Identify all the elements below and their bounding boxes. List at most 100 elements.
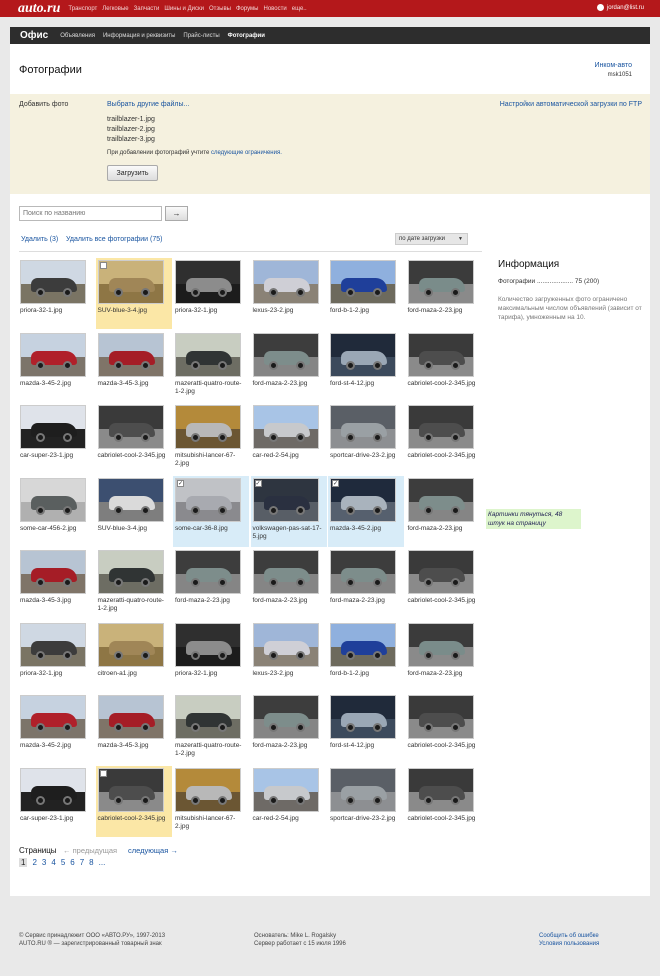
photo-thumbnail[interactable] [175, 695, 241, 739]
select-checkbox[interactable]: ✓ [332, 479, 339, 487]
photo-tile[interactable]: citroen-a1.jpg [96, 621, 172, 692]
photo-thumbnail[interactable] [407, 477, 474, 522]
photo-tile[interactable]: ford-maza-2-23.jpg [406, 258, 482, 329]
photo-tile[interactable]: mazeratti-quatro-route-1-2.jpg [173, 693, 249, 764]
photo-tile[interactable]: car-super-23-1.jpg [18, 766, 94, 837]
search-button[interactable]: → [165, 206, 188, 221]
photo-tile[interactable]: ford-maza-2-23.jpg [328, 548, 404, 619]
photo-tile[interactable]: mitsubishi-lancer-67-2.jpg [173, 766, 249, 837]
photo-tile[interactable]: cabriolet-cool-2-345.jpg [406, 403, 482, 474]
photo-thumbnail[interactable] [20, 332, 86, 377]
photo-thumbnail[interactable] [175, 622, 241, 667]
nav-prices[interactable]: Прайс-листы [183, 33, 219, 39]
photo-tile[interactable]: mazda-3-45-2.jpg [18, 693, 94, 764]
nav-photos[interactable]: Фотографии [228, 33, 265, 39]
photo-thumbnail[interactable] [407, 550, 474, 594]
top-nav-item[interactable]: Отзывы [209, 6, 231, 12]
user-email[interactable]: jordan@list.ru [607, 5, 644, 11]
photo-thumbnail[interactable] [252, 767, 319, 812]
photo-tile[interactable]: ✓ some-car-36-8.jpg [173, 475, 249, 547]
photo-thumbnail[interactable] [252, 622, 319, 667]
page-number[interactable]: 3 [42, 858, 46, 867]
photo-thumbnail[interactable] [97, 550, 164, 594]
photo-tile[interactable]: ford-maza-2-23.jpg [251, 693, 327, 764]
top-nav-item[interactable]: Транспорт [68, 6, 97, 12]
photo-tile[interactable]: mazeratti-quatro-route-1-2.jpg [96, 548, 172, 619]
photo-thumbnail[interactable] [330, 767, 396, 812]
nav-ads[interactable]: Объявления [60, 33, 95, 39]
photo-thumbnail[interactable] [252, 332, 319, 377]
photo-tile[interactable]: car-red-2-54.jpg [251, 766, 327, 837]
photo-tile[interactable]: ford-maza-2-23.jpg [173, 548, 249, 619]
page-number[interactable]: 8 [89, 858, 93, 867]
nav-info[interactable]: Информация и реквизиты [103, 33, 175, 39]
photo-thumbnail[interactable] [20, 695, 86, 739]
photo-thumbnail[interactable] [97, 695, 164, 739]
photo-thumbnail[interactable] [330, 405, 396, 449]
upload-button[interactable]: Загрузить [107, 165, 158, 181]
photo-tile[interactable]: ford-b-1-2.jpg [328, 258, 404, 329]
photo-thumbnail[interactable] [330, 622, 396, 667]
photo-tile[interactable]: car-super-23-1.jpg [18, 403, 94, 474]
photo-thumbnail[interactable] [252, 260, 319, 304]
photo-thumbnail[interactable] [20, 260, 86, 304]
photo-thumbnail[interactable]: ✓ [252, 477, 319, 522]
photo-thumbnail[interactable] [407, 332, 474, 377]
photo-tile[interactable]: sportcar-drive-23-2.jpg [328, 766, 404, 837]
user-menu[interactable]: jordan@list.ru [596, 4, 644, 11]
top-nav-item[interactable]: Легковые [102, 6, 128, 12]
photo-thumbnail[interactable] [20, 622, 86, 667]
photo-tile[interactable]: sportcar-drive-23-2.jpg [328, 403, 404, 474]
photo-tile[interactable]: lexus-23-2.jpg [251, 621, 327, 692]
page-number[interactable]: 4 [51, 858, 55, 867]
site-logo[interactable]: auto.ru [18, 1, 60, 17]
photo-thumbnail[interactable] [252, 695, 319, 739]
photo-thumbnail[interactable] [20, 550, 86, 594]
select-checkbox[interactable] [99, 769, 107, 777]
page-number[interactable]: 7 [80, 858, 84, 867]
photo-tile[interactable]: some-car-456-2.jpg [18, 476, 94, 547]
photo-thumbnail[interactable] [407, 260, 474, 304]
photo-tile[interactable]: cabriolet-cool-2-345.jpg [95, 765, 172, 837]
photo-thumbnail[interactable]: ✓ [330, 477, 396, 522]
photo-tile[interactable]: cabriolet-cool-2-345.jpg [96, 403, 172, 474]
photo-tile[interactable]: priora-32-1.jpg [18, 621, 94, 692]
delete-all-link[interactable]: Удалить все фотографии (75) [66, 236, 162, 243]
select-checkbox[interactable] [99, 262, 107, 269]
photo-thumbnail[interactable] [175, 332, 241, 377]
ftp-settings-link[interactable]: Настройки автоматической загрузки по FTP [500, 101, 642, 108]
photo-thumbnail[interactable] [175, 260, 241, 304]
photo-tile[interactable]: ford-maza-2-23.jpg [406, 621, 482, 692]
photo-tile[interactable]: cabriolet-cool-2-345.jpg [406, 766, 482, 837]
limits-link[interactable]: следующие ограничения. [211, 150, 282, 156]
photo-tile[interactable]: mazda-3-45-2.jpg [18, 331, 94, 402]
page-number[interactable]: ... [99, 858, 106, 867]
photo-thumbnail[interactable] [97, 405, 164, 449]
photo-thumbnail[interactable] [20, 477, 86, 522]
photo-tile[interactable]: mazda-3-45-3.jpg [96, 331, 172, 402]
photo-tile[interactable]: ford-maza-2-23.jpg [251, 331, 327, 402]
photo-thumbnail[interactable] [97, 622, 164, 667]
photo-tile[interactable]: SUV-blue-3-4.jpg [96, 476, 172, 547]
photo-thumbnail[interactable] [20, 767, 86, 812]
photo-tile[interactable]: ✓ volkswagen-pas-sat-17-5.jpg [250, 475, 327, 547]
terms-link[interactable]: Условия пользования [539, 941, 599, 947]
photo-thumbnail[interactable] [252, 550, 319, 594]
photo-thumbnail[interactable] [330, 550, 396, 594]
photo-tile[interactable]: ford-b-1-2.jpg [328, 621, 404, 692]
photo-thumbnail[interactable] [97, 477, 164, 522]
photo-thumbnail[interactable] [407, 622, 474, 667]
photo-tile[interactable]: priora-32-1.jpg [173, 258, 249, 329]
photo-tile[interactable]: car-red-2-54.jpg [251, 403, 327, 474]
photo-tile[interactable]: ford-st-4-12.jpg [328, 693, 404, 764]
photo-thumbnail[interactable] [175, 550, 241, 594]
photo-thumbnail[interactable] [97, 767, 164, 812]
photo-thumbnail[interactable] [407, 405, 474, 449]
photo-tile[interactable]: ✓ mazda-3-45-2.jpg [328, 475, 404, 547]
photo-thumbnail[interactable] [175, 767, 241, 812]
company-link[interactable]: Инком-авто [594, 62, 632, 69]
top-nav-item[interactable]: Новости [264, 6, 287, 12]
photo-thumbnail[interactable] [97, 332, 164, 377]
photo-thumbnail[interactable] [175, 405, 241, 449]
photo-tile[interactable]: ford-maza-2-23.jpg [251, 548, 327, 619]
